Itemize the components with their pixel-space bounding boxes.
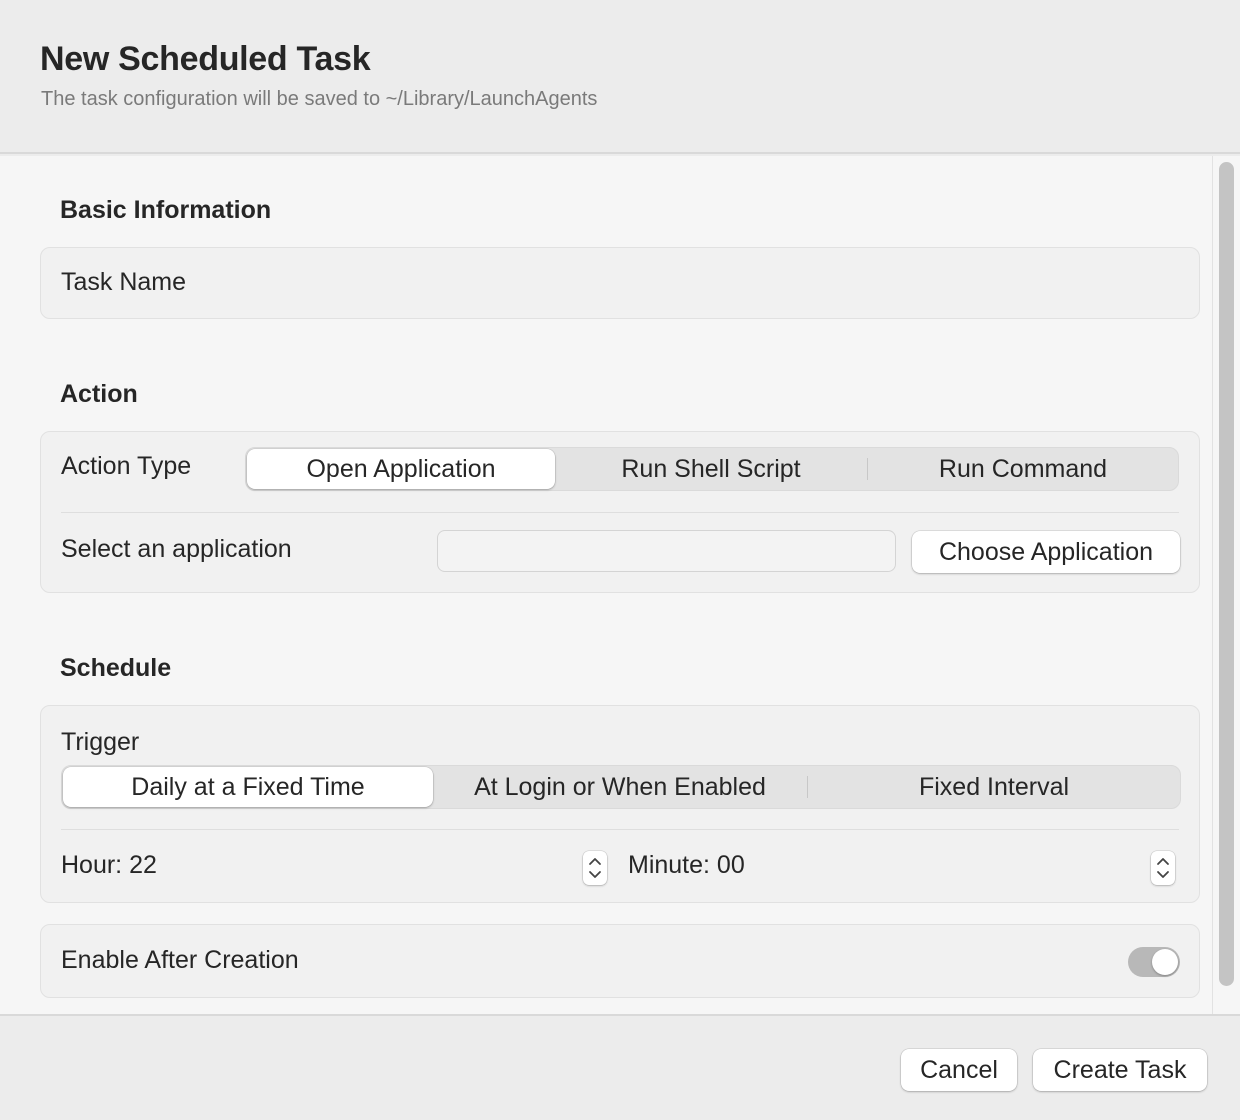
stepper-arrows-icon (1157, 858, 1169, 878)
select-application-label: Select an application (61, 535, 292, 563)
task-name-label: Task Name (61, 268, 187, 296)
segment-fixed-interval[interactable]: Fixed Interval (808, 766, 1180, 808)
enable-after-creation-label: Enable After Creation (61, 946, 299, 974)
dialog-header: New Scheduled Task The task configuratio… (0, 0, 1240, 154)
enable-after-creation-toggle[interactable] (1128, 947, 1180, 977)
segment-daily-fixed-time[interactable]: Daily at a Fixed Time (63, 767, 433, 807)
dialog-title: New Scheduled Task (40, 40, 371, 78)
form-scroll-area[interactable]: Basic Information Task Name Action Actio… (0, 156, 1212, 1014)
segment-run-shell-script[interactable]: Run Shell Script (556, 448, 866, 490)
minute-stepper[interactable] (1151, 851, 1175, 885)
application-path-field[interactable] (437, 530, 896, 572)
stepper-arrows-icon (589, 858, 601, 878)
divider (61, 829, 1179, 830)
action-type-label: Action Type (61, 452, 192, 480)
scrollbar-thumb[interactable] (1219, 162, 1234, 986)
create-task-button[interactable]: Create Task (1033, 1049, 1207, 1091)
choose-application-button[interactable]: Choose Application (912, 531, 1180, 573)
section-title-action: Action (60, 380, 138, 408)
dialog-footer: Cancel Create Task (0, 1014, 1240, 1120)
divider (61, 512, 1179, 513)
cancel-button[interactable]: Cancel (901, 1049, 1017, 1091)
task-name-card: Task Name (40, 247, 1200, 319)
action-card: Action Type Open Application Run Shell S… (40, 431, 1200, 593)
task-name-input[interactable] (211, 262, 1181, 304)
action-type-segmented-control: Open Application Run Shell Script Run Co… (245, 447, 1179, 491)
segment-run-command[interactable]: Run Command (868, 448, 1178, 490)
hour-stepper[interactable] (583, 851, 607, 885)
toggle-knob (1152, 949, 1178, 975)
minute-value-label: Minute: 00 (628, 851, 745, 879)
trigger-segmented-control: Daily at a Fixed Time At Login or When E… (61, 765, 1181, 809)
vertical-scrollbar[interactable] (1212, 156, 1240, 1014)
segment-open-application[interactable]: Open Application (247, 449, 555, 489)
trigger-label: Trigger (61, 728, 140, 756)
dialog-subtitle: The task configuration will be saved to … (41, 88, 598, 110)
hour-value-label: Hour: 22 (61, 851, 157, 879)
segment-at-login[interactable]: At Login or When Enabled (434, 766, 806, 808)
schedule-card: Trigger Daily at a Fixed Time At Login o… (40, 705, 1200, 903)
section-title-basic-information: Basic Information (60, 196, 272, 224)
section-title-schedule: Schedule (60, 654, 172, 682)
enable-card: Enable After Creation (40, 924, 1200, 998)
